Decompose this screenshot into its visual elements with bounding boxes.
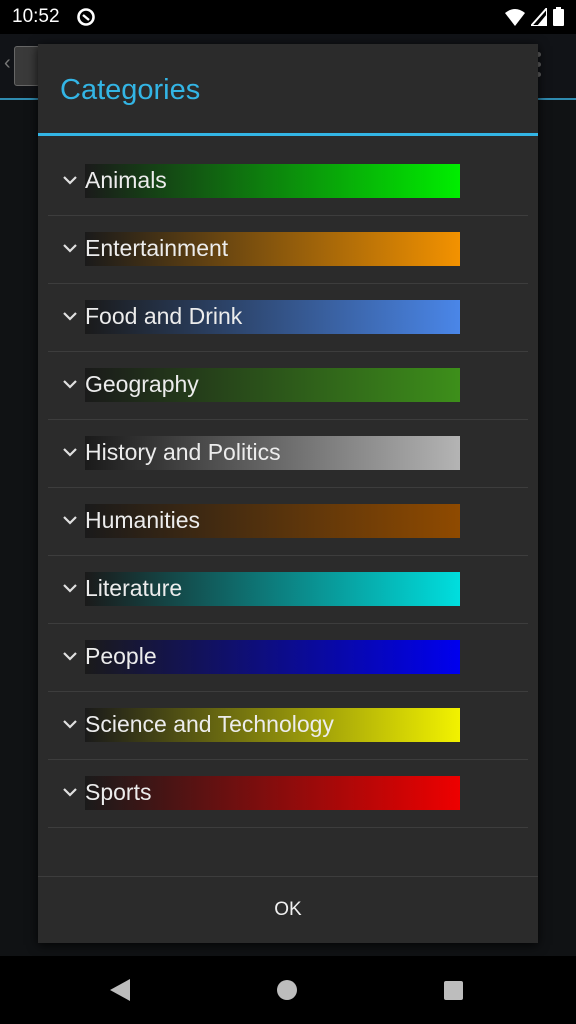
category-label: Entertainment [85,235,229,261]
category-row[interactable]: Science and Technology [48,692,528,760]
category-row[interactable]: Animals [48,148,528,216]
category-label: Humanities [85,507,201,533]
category-label: Food and Drink [85,303,243,329]
chevron-down-icon[interactable] [62,447,78,457]
categories-dialog: Categories Animals Entertainment Food and … [38,44,538,943]
category-label: Geography [85,371,199,397]
navigation-bar [0,956,576,1024]
category-row[interactable]: Entertainment [48,216,528,284]
chevron-down-icon[interactable] [62,175,78,185]
data-saver-icon [77,8,95,26]
back-arrow-icon: ‹ [4,52,11,74]
category-row[interactable]: Sports [48,760,528,828]
chevron-down-icon[interactable] [62,583,78,593]
chevron-down-icon[interactable] [62,379,78,389]
nav-home-icon[interactable] [277,980,297,1000]
chevron-down-icon[interactable] [62,515,78,525]
chevron-down-icon[interactable] [62,787,78,797]
category-row[interactable]: Humanities [48,488,528,556]
category-row[interactable]: Geography [48,352,528,420]
nav-recents-icon[interactable] [444,981,463,1000]
category-label: History and Politics [85,439,281,465]
dialog-title: Categories [60,74,201,106]
category-row[interactable]: Literature [48,556,528,624]
wifi-icon [505,8,525,26]
category-label: People [85,643,157,669]
status-bar: 10:52 [0,0,576,34]
app-logo [14,46,40,86]
category-label: Science and Technology [85,711,334,737]
category-list: Animals Entertainment Food and Drink Geogra… [48,148,528,828]
category-label: Literature [85,575,183,601]
battery-icon [553,7,564,26]
chevron-down-icon[interactable] [62,719,78,729]
signal-icon [531,7,547,26]
chevron-down-icon[interactable] [62,243,78,253]
nav-back-icon[interactable] [109,978,131,1002]
chevron-down-icon[interactable] [62,311,78,321]
status-time: 10:52 [12,6,60,27]
chevron-down-icon[interactable] [62,651,78,661]
category-row[interactable]: People [48,624,528,692]
category-row[interactable]: Food and Drink [48,284,528,352]
category-row[interactable]: History and Politics [48,420,528,488]
category-label: Sports [85,779,152,805]
title-divider [38,133,538,136]
ok-button[interactable]: OK [38,877,538,943]
category-label: Animals [85,167,167,193]
